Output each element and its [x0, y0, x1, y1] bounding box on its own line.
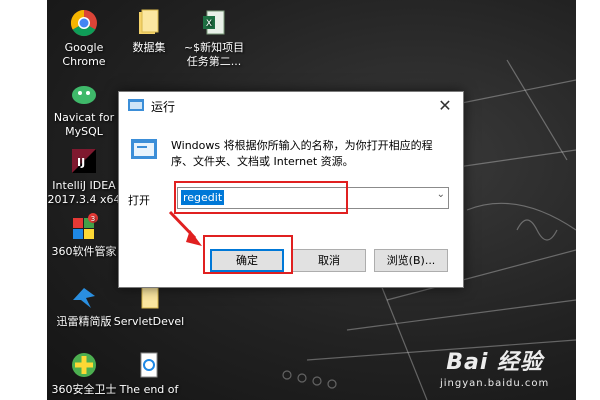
watermark-url: jingyan.baidu.com — [440, 378, 550, 389]
watermark-brand: Bai 经验 — [446, 350, 544, 375]
red-arrow-annotation — [168, 210, 202, 246]
baidu-jingyan-watermark: Bai 经验 jingyan.baidu.com — [440, 344, 549, 389]
